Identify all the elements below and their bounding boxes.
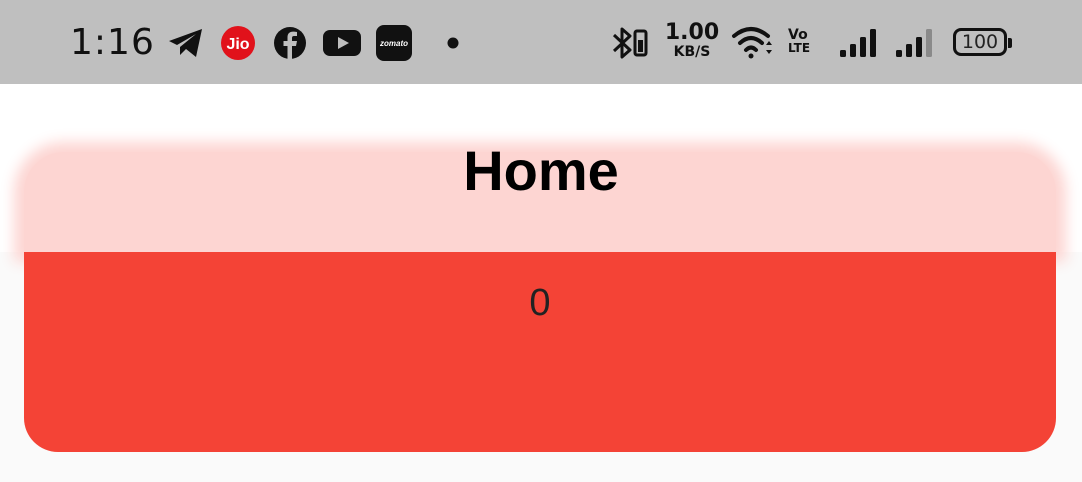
signal-strength-icon-2 — [896, 29, 932, 57]
network-speed-unit: KB/S — [673, 44, 711, 60]
volte-indicator: Vo LTE — [788, 28, 826, 54]
bluetooth-icon — [612, 27, 648, 59]
status-bar: 1:16 Jio zomato 1.00 KB/S Vo LTE 100 — [0, 0, 1082, 84]
telegram-icon — [169, 29, 202, 57]
network-speed: 1.00 KB/S — [664, 20, 720, 60]
zomato-icon: zomato — [376, 25, 412, 61]
dot-icon — [447, 37, 459, 49]
volte-bottom-label: LTE — [788, 41, 811, 55]
volte-top-label: Vo — [788, 27, 808, 43]
signal-strength-icon-1 — [840, 29, 876, 57]
svg-text:Jio: Jio — [226, 36, 249, 53]
status-time: 1:16 — [70, 22, 155, 63]
network-speed-value: 1.00 — [664, 20, 720, 45]
app-content: Home 0 — [0, 84, 1082, 482]
counter-value: 0 — [529, 282, 551, 324]
svg-text:zomato: zomato — [379, 39, 408, 48]
counter-card[interactable]: 0 — [24, 252, 1056, 452]
jio-icon: Jio — [221, 26, 255, 60]
wifi-icon — [732, 27, 772, 59]
page-title: Home — [463, 139, 619, 202]
facebook-icon — [274, 27, 306, 59]
youtube-icon — [323, 30, 361, 56]
battery-indicator: 100 — [953, 28, 1012, 56]
